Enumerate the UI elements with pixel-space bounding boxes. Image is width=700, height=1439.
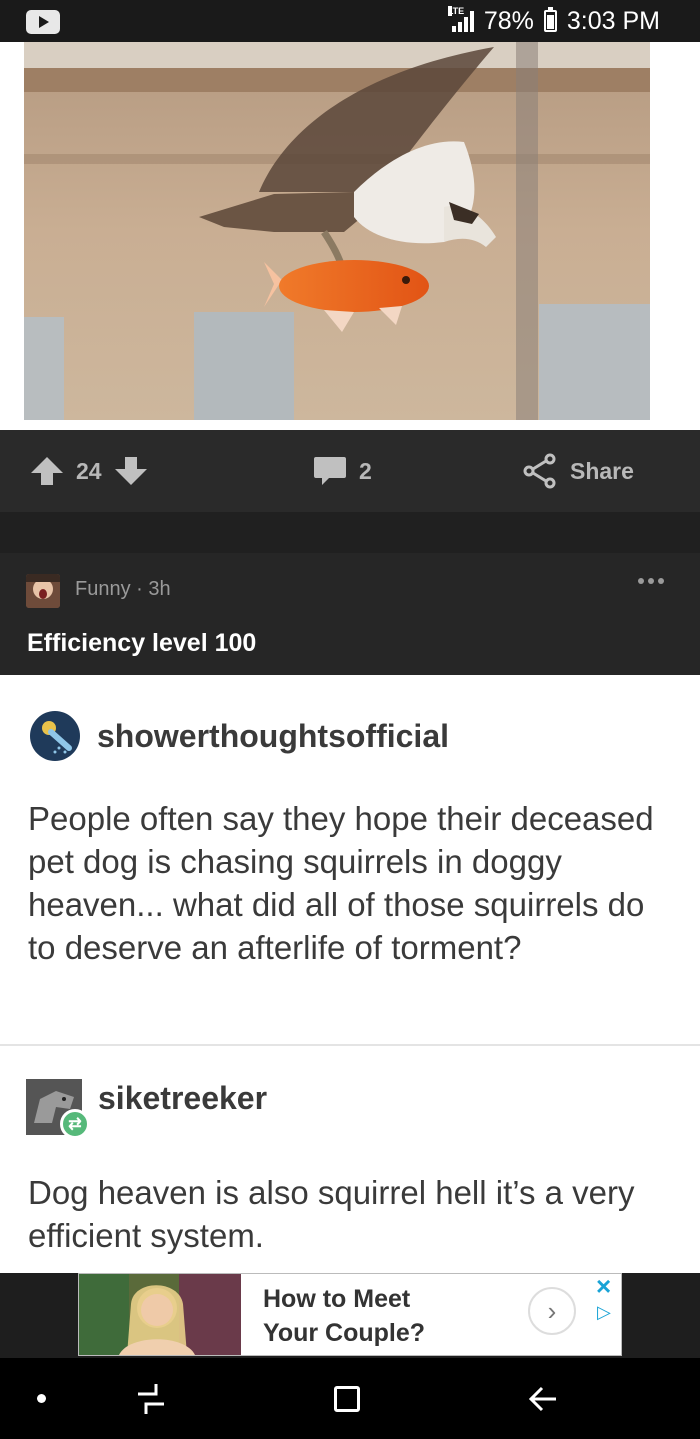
first-username[interactable]: showerthoughtsofficial [97,718,449,755]
downvote-icon[interactable] [114,456,148,486]
shower-avatar-icon [30,711,80,761]
post-meta: Funny · 3h [75,578,171,601]
home-icon[interactable] [334,1386,360,1412]
signal-icon: LTE [447,6,474,32]
battery-percent: 78% [483,6,534,35]
more-options-icon[interactable] [638,578,664,584]
post-age: 3h [148,578,171,600]
osprey-with-goldfish-image [24,42,650,420]
section-avatar[interactable] [26,574,60,608]
system-nav-bar [0,1358,700,1439]
second-username[interactable]: siketreeker [98,1080,267,1117]
adchoices-icon[interactable]: ▷ [597,1302,611,1323]
second-post-text: Dog heaven is also squirrel hell it’s a … [28,1174,635,1254]
second-post-header: ⇄ siketreeker [26,1079,267,1139]
back-icon[interactable] [528,1384,558,1414]
avatar-icon [26,574,60,608]
battery-icon [543,7,557,32]
ad-open-button[interactable]: › [528,1287,576,1335]
post-image-container [0,42,700,430]
ad-line-1: How to Meet [263,1285,411,1313]
upvote-icon[interactable] [30,456,64,486]
nav-dot-icon[interactable] [37,1394,46,1403]
first-post-text: People often say they hope their decease… [28,800,654,966]
post-title: Efficiency level 100 [27,629,257,657]
status-indicators: LTE 78% 3:03 PM [447,6,660,36]
vote-group: 24 [30,430,148,512]
chevron-right-icon: › [547,1295,557,1326]
ad-close-icon[interactable]: × [596,1271,611,1302]
share-button[interactable]: Share [522,430,634,512]
recent-apps-icon[interactable] [136,1382,166,1416]
siketreeker-avatar: ⇄ [26,1079,90,1139]
post-image[interactable] [24,42,650,420]
first-post-header: showerthoughtsofficial [29,710,449,762]
share-label: Share [570,457,634,484]
post-category[interactable]: Funny [75,578,131,600]
reblog-icon: ⇄ [60,1109,90,1139]
ad-line-2: Your Couple? [263,1319,426,1347]
media-notification-icon [26,10,60,34]
status-bar: LTE 78% 3:03 PM [0,0,700,42]
post-divider [0,1044,700,1046]
upvote-count: 24 [76,457,102,484]
comment-icon [314,457,346,485]
post-content: showerthoughtsofficial People often say … [0,675,700,1273]
clock: 3:03 PM [566,6,660,35]
network-type: LTE [447,6,465,16]
share-icon [523,453,556,489]
comment-count: 2 [359,457,372,484]
ad-headline[interactable]: How to Meet Your Couple? [263,1282,425,1350]
post-action-bar: 24 2 Share [0,430,700,512]
ad-image [79,1274,241,1355]
comments-button[interactable]: 2 [313,430,372,512]
meta-separator: · [136,578,149,600]
